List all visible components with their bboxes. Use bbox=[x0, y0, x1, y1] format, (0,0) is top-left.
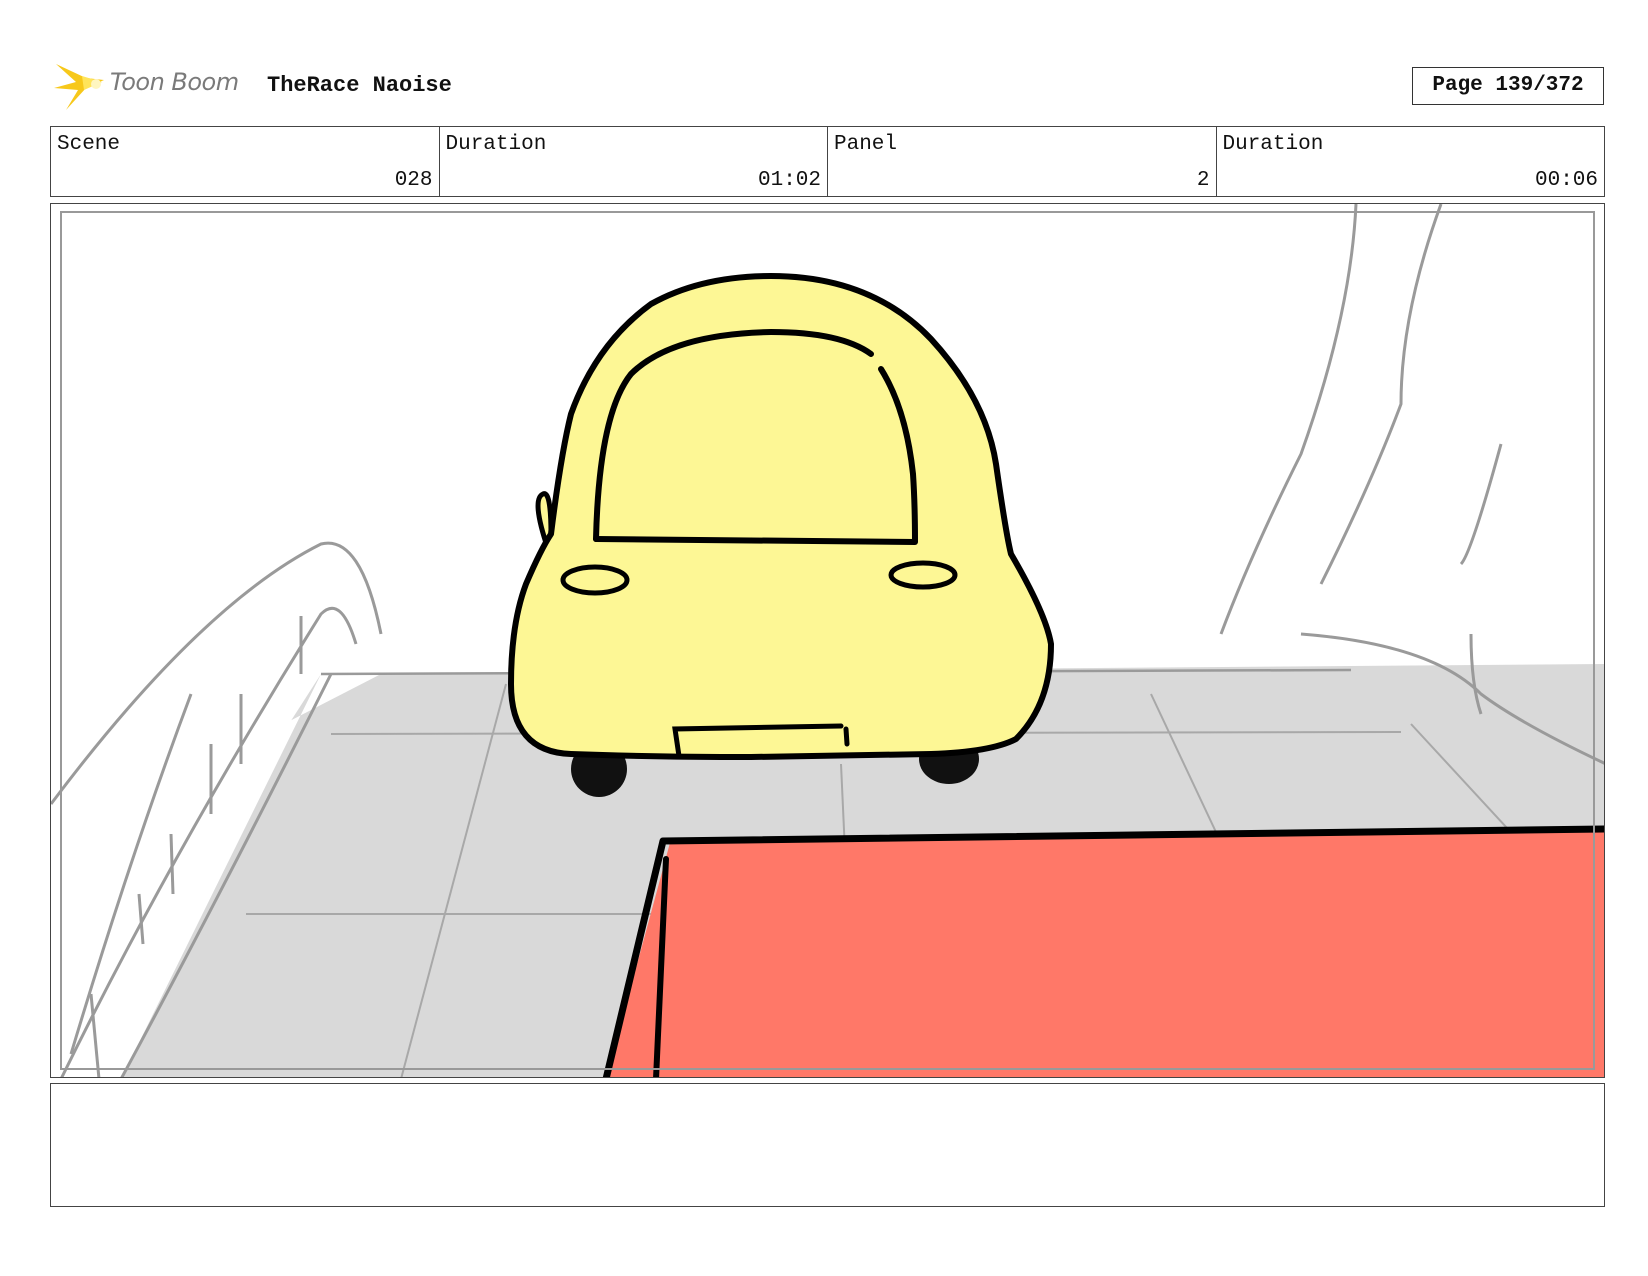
scene-duration-value: 01:02 bbox=[757, 169, 821, 192]
panel-duration-value: 00:06 bbox=[1534, 169, 1598, 192]
car-right-headlight bbox=[888, 560, 958, 590]
panel-label: Panel bbox=[834, 133, 898, 156]
panel-duration-label: Duration bbox=[1222, 133, 1324, 156]
scene-cell: Scene 028 bbox=[51, 127, 440, 196]
foreground-red-block bbox=[606, 829, 1604, 1077]
scene-duration-label: Duration bbox=[445, 133, 547, 156]
car-body bbox=[508, 273, 1054, 760]
car-left-headlight bbox=[560, 564, 630, 596]
toon-boom-logo: Toon Boom bbox=[52, 58, 252, 114]
logo-text: Toon Boom bbox=[110, 68, 239, 96]
panel-cell: Panel 2 bbox=[828, 127, 1217, 196]
panel-drawing bbox=[51, 204, 1604, 1077]
panel-duration-cell: Duration 00:06 bbox=[1217, 127, 1605, 196]
starburst-icon bbox=[54, 64, 104, 110]
scene-info-table: Scene 028 Duration 01:02 Panel 2 Duratio… bbox=[50, 126, 1605, 197]
scene-label: Scene bbox=[57, 133, 121, 156]
storyboard-panel bbox=[50, 203, 1605, 1078]
project-title: TheRace Naoise bbox=[267, 73, 452, 98]
panel-value: 2 bbox=[1196, 169, 1210, 192]
scene-duration-cell: Duration 01:02 bbox=[440, 127, 828, 196]
page-indicator: Page 139/372 bbox=[1412, 67, 1604, 105]
scene-value: 028 bbox=[394, 169, 433, 192]
panel-notes-box bbox=[50, 1083, 1605, 1207]
